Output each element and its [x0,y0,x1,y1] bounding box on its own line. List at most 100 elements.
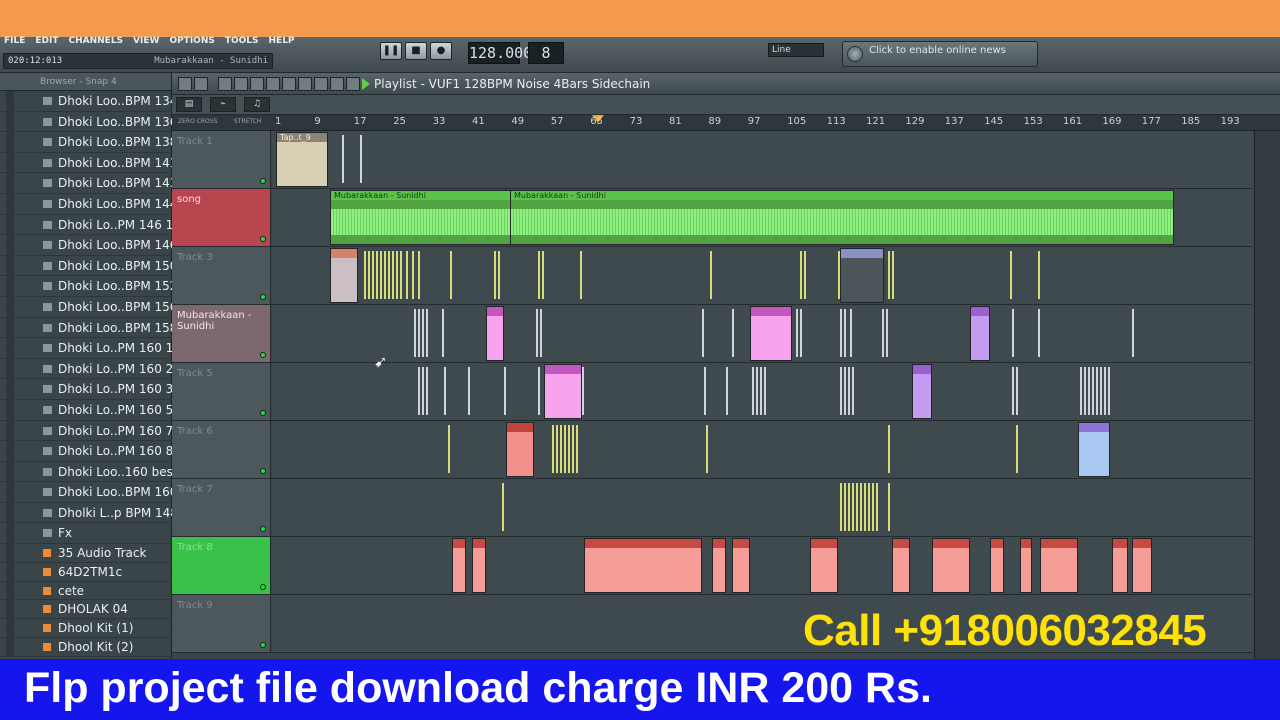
clip-slice[interactable] [800,309,802,357]
browser-item[interactable]: Dhoki Loo..BPM 150 [0,255,177,277]
track-header[interactable]: Track 9 [172,595,271,652]
clip-slice[interactable] [364,251,366,299]
clip-slice[interactable] [538,251,540,299]
clip-slice[interactable] [888,425,890,473]
clip-slice[interactable] [844,367,846,415]
pattern-clip[interactable] [1040,538,1078,593]
pattern-clip[interactable] [990,538,1004,593]
clip-slice[interactable] [886,309,888,357]
vertical-scrollbar[interactable] [1254,131,1280,659]
clip-slice[interactable] [426,367,428,415]
clip-slice[interactable] [844,483,846,531]
browser-item[interactable]: Dhoki Lo..PM 160 2 [0,358,173,380]
browser-file[interactable]: 64D2TM1c [0,562,172,582]
track-mute-led[interactable] [260,642,266,648]
clip-slice[interactable] [850,309,852,357]
pattern-clip[interactable] [506,422,534,477]
clip-slice[interactable] [426,309,428,357]
track-header[interactable]: Track 8 [172,537,271,594]
clip-slice[interactable] [888,251,890,299]
clip-slice[interactable] [536,309,538,357]
menu-channels[interactable]: CHANNELS [69,37,124,47]
clip-slice[interactable] [1092,367,1094,415]
clip-slice[interactable] [418,251,420,299]
clip-slice[interactable] [400,251,402,299]
playback-icon[interactable] [346,77,360,91]
audio-clip[interactable]: Mubarakkaan - Sunidhi [510,190,1174,245]
track-header[interactable]: Track 5 [172,363,271,420]
browser-item[interactable]: Dhoki Lo..PM 160 1 [0,338,173,359]
clip-slice[interactable] [864,483,866,531]
track-lane[interactable] [272,305,1252,362]
browser-file[interactable]: Dhool Kit (2) [0,638,172,657]
pattern-clip[interactable] [970,306,990,361]
pattern-clip[interactable] [1020,538,1032,593]
browser-header[interactable]: Browser - Snap 4 [0,73,171,91]
clip-slice[interactable] [1038,309,1040,357]
clip-slice[interactable] [882,309,884,357]
clip-slice[interactable] [1012,367,1014,415]
clip-slice[interactable] [752,367,754,415]
clip-slice[interactable] [396,251,398,299]
clip-slice[interactable] [852,367,854,415]
track-mute-led[interactable] [260,410,266,416]
pattern-clip[interactable] [472,538,486,593]
track-lane[interactable] [272,479,1252,536]
menu-arrow-icon[interactable] [178,77,192,91]
browser-item[interactable]: Dhoki Loo..BPM 134 [0,91,177,112]
clip-slice[interactable] [498,251,500,299]
pattern-clip[interactable] [732,538,750,593]
track-mute-led[interactable] [260,294,266,300]
clip-slice[interactable] [1012,309,1014,357]
clip-slice[interactable] [538,367,540,415]
track-lane[interactable]: Tap..t_9 [272,131,1252,188]
pencil-icon[interactable] [218,77,232,91]
track-lane[interactable] [272,363,1252,420]
clip-slice[interactable] [442,309,444,357]
clip-slice[interactable] [892,251,894,299]
clip-slice[interactable] [542,251,544,299]
browser-item[interactable]: Dhoki Loo..BPM 160 [0,482,177,503]
browser-item[interactable]: Dhoki Loo..BPM 141 [0,152,177,174]
menu-edit[interactable]: EDIT [35,37,58,47]
clip-slice[interactable] [392,251,394,299]
pause-button[interactable]: ❚❚ [380,42,402,60]
clip-slice[interactable] [494,251,496,299]
clip-slice[interactable] [388,251,390,299]
pattern-clip[interactable] [1112,538,1128,593]
zero-cross-toggle[interactable]: ZERO CROSS [178,118,217,125]
clip-slice[interactable] [384,251,386,299]
clip-slice[interactable] [556,425,558,473]
clip-slice[interactable] [1080,367,1082,415]
clip-slice[interactable] [704,367,706,415]
clip-slice[interactable] [342,135,344,183]
stretch-toggle[interactable]: STRETCH [234,118,261,125]
tab-automation-icon[interactable]: ♫ [244,97,270,112]
clip-slice[interactable] [804,251,806,299]
clip-slice[interactable] [406,251,408,299]
track-header[interactable]: Mubarakkaan - Sunidhi [172,305,271,362]
clip-slice[interactable] [576,425,578,473]
tab-audio-icon[interactable]: ⌁ [210,97,236,112]
browser-item[interactable]: Dholki L..p BPM 148 [0,502,178,524]
browser-item[interactable]: Dhoki Loo..BPM 138 [0,132,177,153]
clip-slice[interactable] [422,309,424,357]
track-lane[interactable] [272,537,1252,594]
pattern-clip[interactable] [892,538,910,593]
clip-slice[interactable] [844,309,846,357]
record-button[interactable]: ● [430,42,452,60]
clip-slice[interactable] [502,483,504,531]
clip-slice[interactable] [560,425,562,473]
browser-item[interactable]: Dhoki Loo..BPM 158 [0,317,177,339]
clip-slice[interactable] [764,367,766,415]
track-mute-led[interactable] [260,526,266,532]
browser-item[interactable]: Dhoki Lo..PM 146 1 [0,214,173,236]
clip-slice[interactable] [1016,425,1018,473]
pattern-selector[interactable]: 8 [528,42,564,64]
clip-slice[interactable] [564,425,566,473]
pattern-clip[interactable] [712,538,726,593]
tempo-display[interactable]: 128.000 [468,42,532,64]
clip-slice[interactable] [868,483,870,531]
pattern-clip[interactable] [584,538,702,593]
track-lane[interactable]: Mubarakkaan - Sunidhi Mubarakkaan - Sunid… [272,189,1252,246]
